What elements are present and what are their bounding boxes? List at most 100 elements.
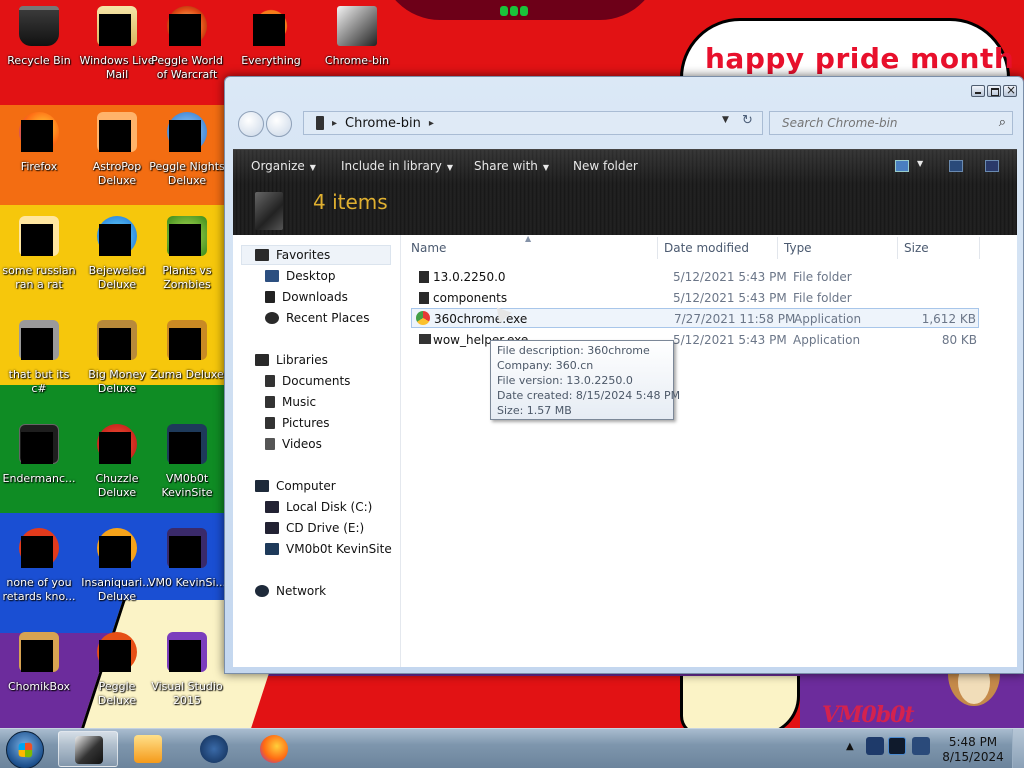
desktop-icon-chuzzle[interactable]: Chuzzle Deluxe [78,424,156,500]
breadcrumb-separator-icon[interactable]: ▸ [429,118,434,129]
close-button[interactable] [1003,83,1017,97]
nav-label: Downloads [282,290,348,304]
desktop-icon-endermanc[interactable]: Endermanc... [0,424,78,486]
desktop-icon-insaniquarium[interactable]: Insaniquari... Deluxe [78,528,156,604]
minimize-button[interactable] [971,85,985,97]
nav-item-kevinsite[interactable]: VM0b0t KevinSite [265,539,392,559]
column-divider[interactable] [777,237,778,259]
organize-button[interactable]: Organize ▼ [251,159,316,173]
include-in-library-button[interactable]: Include in library ▼ [341,159,453,173]
nav-label: Recent Places [286,311,370,325]
wallpaper-eyes [500,6,528,16]
taskbar-media-player-button[interactable] [118,731,178,767]
taskbar-internet-button[interactable] [184,731,244,767]
nav-item-music[interactable]: Music [265,392,316,412]
clock[interactable]: 5:48 PM 8/15/2024 [940,735,1006,765]
preview-pane-icon[interactable] [949,160,963,172]
desktop-icon-windows-live-mail[interactable]: Windows Live Mail [78,6,156,82]
file-type: File folder [793,291,852,305]
column-header-size[interactable]: Size [904,241,929,255]
change-view-icon[interactable] [895,160,909,172]
tooltip-company: Company: 360.cn [497,359,594,372]
desktop-icon-zuma[interactable]: Zuma Deluxe [148,320,226,382]
nav-item-downloads[interactable]: Downloads [265,287,348,307]
file-row[interactable]: 13.0.2250.0 5/12/2021 5:43 PM File folde… [411,267,979,287]
desktop-icon-recycle-bin[interactable]: Recycle Bin [0,6,78,68]
desktop-icon-chrome-bin[interactable]: Chrome-bin [318,6,396,68]
desktop-icon-visual-studio[interactable]: Visual Studio 2015 [148,632,226,708]
new-folder-button[interactable]: New folder [573,159,638,173]
monitor-tray-icon[interactable] [888,737,906,755]
desktop-icon-peggle-deluxe[interactable]: Peggle Deluxe [78,632,156,708]
share-with-button[interactable]: Share with ▼ [474,159,549,173]
nav-item-videos[interactable]: Videos [265,434,322,454]
desktop-icon-label: ChomikBox [8,680,70,693]
desktop-icon-vm0b0t-kevinsite[interactable]: VM0b0t KevinSite [148,424,226,500]
nav-label: Music [282,395,317,409]
desktop-icon-peggle-wow[interactable]: Peggle World of Warcraft [148,6,226,82]
desktop-icon-bejeweled[interactable]: Bejeweled Deluxe [78,216,156,292]
search-input[interactable] [770,112,980,134]
address-dropdown-icon[interactable]: ▼ [722,115,729,125]
desktop-icon-plants-vs-zombies[interactable]: Plants vs Zombies [148,216,226,292]
360chrome-icon [416,311,430,325]
nav-item-cd-drive[interactable]: CD Drive (E:) [265,518,364,538]
desktop-icon-label: Bejeweled Deluxe [88,264,146,291]
desktop-icon-astropop[interactable]: AstroPop Deluxe [78,112,156,188]
column-header-name[interactable]: Name [411,241,446,255]
desktop-icon-label: AstroPop Deluxe [92,160,142,187]
network-tray-icon[interactable] [866,737,884,755]
desktop-icon-everything[interactable]: Everything [232,6,310,68]
back-button[interactable] [238,111,264,137]
nav-item-pictures[interactable]: Pictures [265,413,330,433]
desktop-icon-big-money[interactable]: Big Money Deluxe [78,320,156,396]
media-player-icon [134,735,162,763]
breadcrumb-separator-icon[interactable]: ▸ [332,118,337,129]
taskbar-explorer-button[interactable] [58,731,118,767]
navigation-buttons [238,111,292,137]
nav-item-desktop[interactable]: Desktop [265,266,336,286]
desktop-icon-none-of-you[interactable]: none of you retards kno... [0,528,78,604]
desktop-icon-peggle-nights[interactable]: Peggle Nights Deluxe [148,112,226,188]
view-options-chevron-icon[interactable]: ▼ [917,159,923,168]
start-button[interactable] [6,731,44,768]
desktop-icon-label: Endermanc... [2,472,76,485]
maximize-button[interactable] [987,85,1001,97]
nav-item-documents[interactable]: Documents [265,371,350,391]
nav-item-favorites[interactable]: Favorites [255,245,330,265]
column-divider[interactable] [979,237,980,259]
column-divider[interactable] [897,237,898,259]
nav-item-libraries[interactable]: Libraries [255,350,328,370]
wallpaper-signature: VM0b0t [822,702,915,728]
file-size: 80 KB [941,333,977,347]
file-row[interactable]: components 5/12/2021 5:43 PM File folder [411,288,979,308]
game-icon [97,216,137,256]
volume-tray-icon[interactable] [912,737,930,755]
nav-item-computer[interactable]: Computer [255,476,336,496]
desktop-icon-label: Peggle World of Warcraft [151,54,223,81]
column-header-type[interactable]: Type [784,241,812,255]
refresh-icon[interactable]: ↻ [742,113,753,128]
show-desktop-button[interactable] [1012,729,1024,768]
desktop-icon-that-but-its-csharp[interactable]: that but its c# [0,320,78,396]
show-hidden-icons-icon[interactable]: ▲ [846,741,854,752]
desktop-icon-firefox[interactable]: Firefox [0,112,78,174]
nav-item-recent-places[interactable]: Recent Places [265,308,369,328]
desktop-icon-chomikbox[interactable]: ChomikBox [0,632,78,694]
desktop-icon-some-russian[interactable]: some russian ran a rat [0,216,78,292]
column-divider[interactable] [657,237,658,259]
help-icon[interactable] [985,160,999,172]
desktop-icon-vm0-kevinsite[interactable]: VM0 KevinSi... [148,528,226,590]
nav-item-network[interactable]: Network [255,581,326,601]
chevron-down-icon: ▼ [309,163,316,172]
column-header-date[interactable]: Date modified [664,241,749,255]
nav-item-local-disk[interactable]: Local Disk (C:) [265,497,372,517]
address-bar[interactable]: ▸ Chrome-bin ▸ [303,111,763,135]
file-row-selected[interactable]: 360chrome.exe 7/27/2021 11:58 PM Applica… [411,308,979,328]
taskbar-firefox-button[interactable] [244,731,304,767]
forward-button[interactable] [266,111,292,137]
search-icon[interactable]: ⌕ [999,115,1006,130]
local-disk-icon [265,501,279,513]
breadcrumb-chrome-bin[interactable]: Chrome-bin [345,116,421,131]
nav-label: Documents [282,374,351,388]
